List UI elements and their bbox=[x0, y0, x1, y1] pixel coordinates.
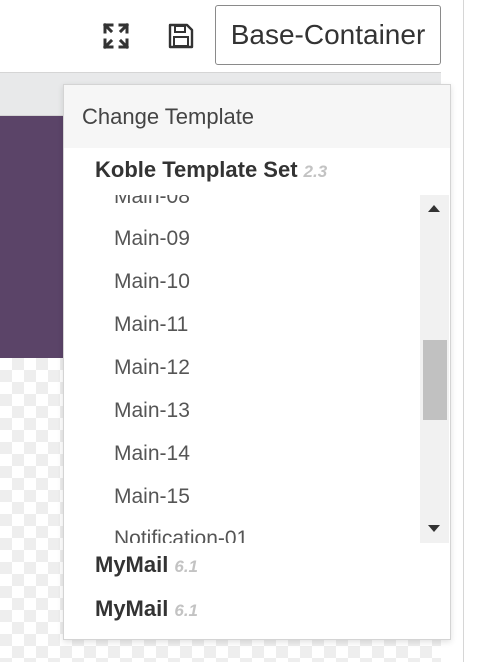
template-item-main-10[interactable]: Main-10 bbox=[114, 267, 190, 297]
group-version: 6.1 bbox=[174, 601, 198, 620]
template-item-main-12[interactable]: Main-12 bbox=[114, 353, 190, 383]
template-item-main-13[interactable]: Main-13 bbox=[114, 396, 190, 426]
purple-content-block bbox=[0, 116, 66, 358]
template-list-scrollbar[interactable] bbox=[420, 195, 449, 543]
scroll-down-arrow-icon[interactable] bbox=[428, 525, 440, 532]
group-name: MyMail bbox=[95, 596, 169, 621]
template-item-main-09[interactable]: Main-09 bbox=[114, 224, 190, 254]
group-version: 2.3 bbox=[303, 162, 328, 181]
template-list: Main-08 Main-09 Main-10 Main-11 Main-12 … bbox=[64, 195, 450, 543]
scroll-up-arrow-icon[interactable] bbox=[428, 205, 440, 212]
group-name: Koble Template Set bbox=[95, 157, 298, 182]
template-item-main-14[interactable]: Main-14 bbox=[114, 439, 190, 469]
template-group-mymail-1[interactable]: MyMail 6.1 bbox=[95, 552, 198, 578]
scroll-thumb[interactable] bbox=[423, 340, 447, 420]
right-rail bbox=[463, 0, 492, 662]
group-version: 6.1 bbox=[174, 557, 198, 576]
dropdown-header: Change Template bbox=[64, 85, 450, 148]
template-item-notification-01[interactable]: Notification-01 bbox=[114, 524, 248, 543]
base-container-button[interactable]: Base-Container bbox=[215, 5, 441, 65]
template-group-koble[interactable]: Koble Template Set 2.3 bbox=[95, 157, 327, 183]
expand-button[interactable] bbox=[98, 18, 134, 54]
template-item-main-15[interactable]: Main-15 bbox=[114, 482, 190, 512]
template-group-mymail-2[interactable]: MyMail 6.1 bbox=[95, 596, 198, 622]
floppy-disk-icon bbox=[168, 23, 194, 49]
template-item-main-11[interactable]: Main-11 bbox=[114, 310, 188, 340]
template-item-main-08[interactable]: Main-08 bbox=[114, 195, 190, 212]
change-template-dropdown: Change Template Koble Template Set 2.3 Ma… bbox=[63, 84, 451, 640]
expand-icon bbox=[102, 22, 130, 50]
group-name: MyMail bbox=[95, 552, 169, 577]
save-button[interactable] bbox=[163, 18, 199, 54]
